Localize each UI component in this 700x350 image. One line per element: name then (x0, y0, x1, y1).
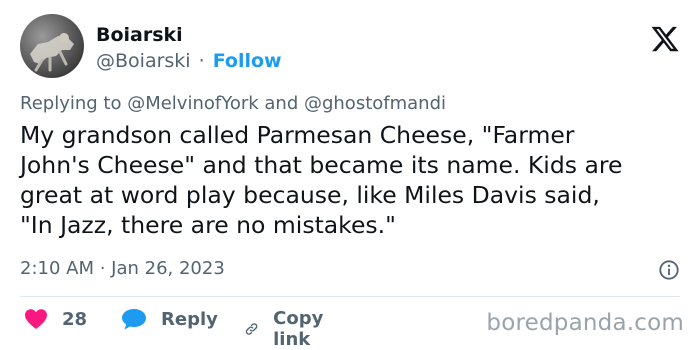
like-count: 28 (62, 308, 88, 330)
reply-bubble-icon (122, 309, 146, 330)
x-logo-icon[interactable] (650, 24, 680, 54)
reply-button[interactable]: Reply (121, 308, 218, 330)
watermark: boredpanda.com (486, 310, 684, 336)
tweet-header: Boiarski @Boiarski · Follow (20, 14, 680, 78)
author-handle[interactable]: @Boiarski (96, 50, 191, 72)
heart-icon (25, 309, 47, 329)
like-button[interactable]: 28 (24, 308, 87, 330)
copy-link-label: Copy link (273, 308, 324, 350)
separator: · (198, 50, 205, 72)
info-icon[interactable] (658, 259, 680, 281)
tweet-text: My grandson called Parmesan Cheese, "Far… (20, 121, 623, 239)
divider (20, 296, 680, 297)
replying-to: Replying to @MelvinofYork and @ghostofma… (20, 93, 446, 114)
reply-label: Reply (161, 308, 218, 330)
copy-link-button[interactable]: Copy link (244, 308, 332, 350)
follow-button[interactable]: Follow (213, 50, 282, 72)
link-icon (245, 323, 258, 335)
avatar[interactable] (20, 14, 84, 78)
author-handle-row: @Boiarski · Follow (96, 50, 282, 72)
timestamp[interactable]: 2:10 AM · Jan 26, 2023 (20, 258, 225, 279)
author-name[interactable]: Boiarski (96, 24, 183, 46)
